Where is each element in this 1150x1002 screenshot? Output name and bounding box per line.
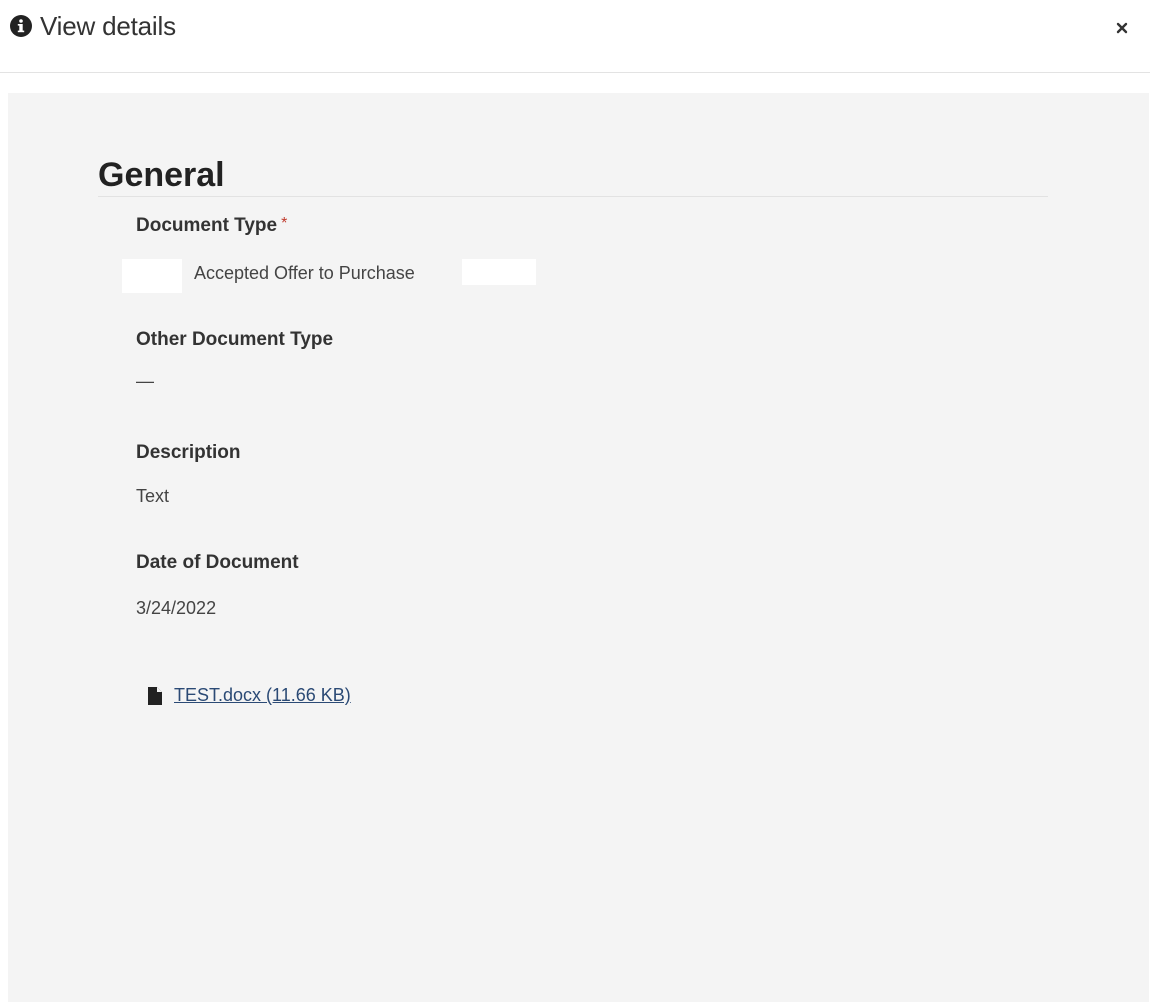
other-document-type-label: Other Document Type bbox=[136, 329, 334, 350]
description-value: Text bbox=[136, 486, 170, 506]
file-icon bbox=[148, 686, 162, 705]
document-type-value: Accepted Offer to Purchase bbox=[194, 263, 415, 283]
document-type-label: Document Type * bbox=[136, 215, 287, 237]
description-label: Description bbox=[136, 442, 241, 463]
close-button[interactable] bbox=[1112, 18, 1132, 38]
document-type-label-text: Document Type bbox=[136, 215, 278, 236]
view-details-dialog: View details General Document Type * Acce… bbox=[0, 0, 1150, 1002]
other-document-type-value: — bbox=[136, 371, 154, 391]
section-divider bbox=[98, 196, 1048, 197]
dialog-header: View details bbox=[0, 0, 1150, 73]
date-of-document-value: 3/24/2022 bbox=[136, 598, 217, 618]
date-of-document-label: Date of Document bbox=[136, 552, 299, 573]
close-icon bbox=[1116, 22, 1128, 34]
info-circle-icon bbox=[10, 15, 32, 37]
attachment: TEST.docx (11.66 KB) bbox=[148, 685, 351, 706]
highlight-right bbox=[462, 259, 536, 285]
section-title-general: General bbox=[98, 156, 225, 194]
attachment-link[interactable]: TEST.docx (11.66 KB) bbox=[174, 685, 351, 706]
dialog-title-text: View details bbox=[40, 10, 176, 41]
highlight-left bbox=[122, 259, 182, 293]
required-marker: * bbox=[281, 215, 288, 232]
dialog-title: View details bbox=[10, 10, 176, 42]
dialog-body: General Document Type * Accepted Offer to… bbox=[8, 93, 1149, 1002]
